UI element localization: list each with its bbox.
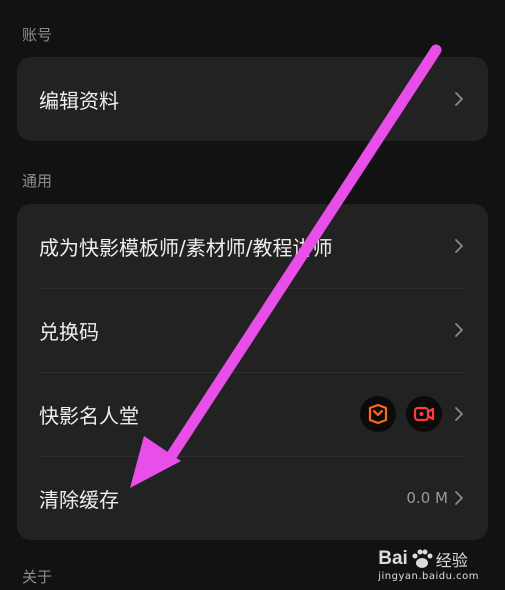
general-card: 成为快影模板师/素材师/教程讲师 兑换码 快影名人堂 清除缓存 0.0 M <box>17 204 488 540</box>
watermark-suffix: 经验 <box>435 551 468 570</box>
redeem-code-label: 兑换码 <box>39 319 99 344</box>
chevron-right-icon <box>455 323 463 337</box>
baidu-jingyan-watermark: Bai 经验 jingyan.baidu.com <box>378 547 479 582</box>
hall-of-fame-row[interactable]: 快影名人堂 <box>17 372 488 456</box>
section-label-about: 关于 <box>22 568 53 586</box>
section-label-account: 账号 <box>22 26 53 44</box>
chevron-right-icon <box>455 92 463 106</box>
kuaiying-logo-icon <box>360 396 396 432</box>
chevron-right-icon <box>455 239 463 253</box>
clear-cache-row[interactable]: 清除缓存 0.0 M <box>17 456 488 540</box>
account-card: 编辑资料 <box>17 57 488 141</box>
watermark-brand: Bai <box>378 548 408 569</box>
edit-profile-label: 编辑资料 <box>39 88 119 113</box>
chevron-right-icon <box>455 407 463 421</box>
clear-cache-label: 清除缓存 <box>39 487 119 512</box>
become-creator-row[interactable]: 成为快影模板师/素材师/教程讲师 <box>17 204 488 288</box>
redeem-code-row[interactable]: 兑换码 <box>17 288 488 372</box>
section-label-general: 通用 <box>22 172 53 190</box>
video-camera-icon <box>406 396 442 432</box>
edit-profile-row[interactable]: 编辑资料 <box>17 57 488 141</box>
watermark-url: jingyan.baidu.com <box>378 571 479 582</box>
chevron-right-icon <box>455 491 463 505</box>
cache-size-value: 0.0 M <box>406 489 448 507</box>
hall-of-fame-label: 快影名人堂 <box>39 403 139 428</box>
become-creator-label: 成为快影模板师/素材师/教程讲师 <box>39 235 333 260</box>
paw-logo-icon <box>412 549 433 568</box>
